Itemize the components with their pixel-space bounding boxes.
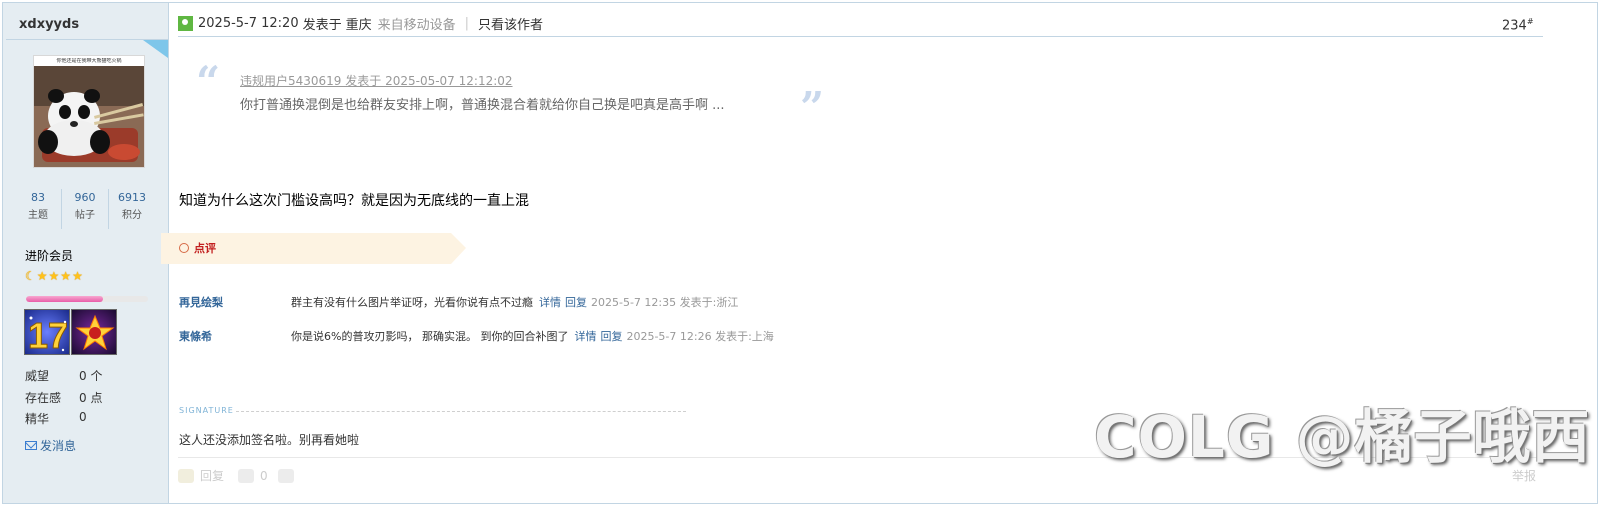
watermark: COLG @橘子哦西 — [1094, 403, 1591, 471]
only-author-link[interactable]: 只看该作者 — [478, 14, 543, 33]
quote-open-icon: “ — [196, 57, 221, 106]
stat-threads[interactable]: 83 主题 — [15, 189, 61, 229]
avatar-caption: 你他还是在我带大熊猫吃火锅 — [56, 58, 122, 64]
user-sidebar: xdxyyds 你他还是在我带大熊猫吃火锅 83 主题 960 帖子 6913 … — [3, 3, 168, 503]
medal-17-graphic: 17 — [28, 315, 69, 355]
floor-number[interactable]: 234# — [1502, 17, 1534, 33]
medal-star-icon[interactable] — [71, 309, 117, 355]
stat-label: 积分 — [122, 210, 142, 221]
thumbs-up-icon[interactable] — [238, 468, 255, 483]
stat-points[interactable]: 6913 积分 — [108, 189, 155, 229]
comment-detail-link[interactable]: 详情 — [574, 330, 596, 343]
star-icon: ★ — [60, 269, 72, 283]
stat-value[interactable]: 960 — [62, 189, 108, 207]
reply-button[interactable]: 回复 — [200, 467, 224, 484]
medal-17-icon[interactable]: 17 — [24, 309, 70, 355]
stat-posts[interactable]: 960 帖子 — [61, 189, 108, 229]
comment-time: 2025-5-7 12:35 发表于:浙江 — [591, 296, 739, 309]
comment-text: 你是说6%的普攻刃影吗， 那确实混。 到你的回合补图了 — [291, 330, 569, 343]
comment-reply-link[interactable]: 回复 — [600, 330, 622, 343]
info-key: 精华 — [25, 412, 50, 426]
envelope-icon — [25, 441, 37, 450]
level-progress-bar — [26, 296, 148, 302]
post-footer: 回复 0 — [178, 467, 294, 484]
stat-label: 主题 — [28, 210, 48, 221]
reply-bubble-icon[interactable] — [178, 468, 194, 483]
online-user-icon — [178, 16, 193, 31]
info-value: 0 — [79, 410, 87, 424]
online-corner-icon — [143, 40, 168, 58]
star-icon: ★ — [72, 269, 83, 283]
signature-text: 这人还没添加签名啦。别再看她啦 — [179, 433, 360, 447]
comment-detail-link[interactable]: 详情 — [539, 296, 561, 309]
comment-author-link[interactable]: 再見绘梨 — [179, 294, 223, 310]
post-device: 来自移动设备 — [377, 18, 456, 33]
info-prestige: 威望 0 个 — [25, 367, 102, 384]
level-progress-fill — [26, 296, 103, 302]
info-presence: 存在感 0 点 — [25, 389, 102, 406]
svg-text:17: 17 — [28, 315, 68, 355]
star-icon: ★ — [36, 269, 48, 283]
comment-time: 2025-5-7 12:26 发表于:上海 — [626, 330, 774, 343]
signature-label: SIGNATURE — [179, 406, 234, 415]
info-digest: 精华 0 — [25, 410, 87, 427]
send-message-link[interactable]: 发消息 — [25, 437, 76, 454]
rank-stars: ☾ ★ ★ ★ ★ — [25, 269, 83, 283]
comment-author-link[interactable]: 東條希 — [179, 328, 212, 344]
quote-text: 你打普通换混倒是也给群友安排上啊，普通换混合着就给你自己换是吧真是高手啊 ... — [240, 98, 725, 113]
quote-meta-link[interactable]: 违规用户5430619 发表于 2025-05-07 12:12:02 — [240, 72, 513, 89]
info-key: 存在感 — [25, 391, 62, 405]
comment-text: 群主有没有什么图片举证呀，光看你说有点不过瘾 — [291, 296, 533, 309]
comment-circle-icon — [179, 243, 189, 253]
stat-label: 帖子 — [75, 210, 95, 221]
stat-value[interactable]: 6913 — [109, 189, 155, 207]
quote-close-icon: ” — [800, 83, 825, 132]
thumbs-down-icon[interactable] — [277, 468, 294, 483]
like-count: 0 — [260, 468, 268, 483]
posted-at-label: 发表于 — [302, 18, 342, 33]
info-value: 0 点 — [79, 391, 103, 405]
star-icon: ★ — [48, 269, 60, 283]
panda-image — [34, 66, 144, 167]
stat-value[interactable]: 83 — [15, 189, 61, 207]
separator: | — [464, 16, 470, 31]
floor-suffix: # — [1526, 17, 1534, 26]
post-datetime: 2025-5-7 12:20 — [198, 16, 299, 31]
comment-reply-link[interactable]: 回复 — [565, 296, 587, 309]
comments-tab: 点评 — [161, 233, 466, 264]
comment-body: 你是说6%的普攻刃影吗， 那确实混。 到你的回合补图了 详情 回复 2025-5-7 … — [291, 328, 774, 344]
comment-body: 群主有没有什么图片举证呀，光看你说有点不过瘾 详情 回复 2025-5-7 12:35… — [291, 294, 738, 310]
info-value: 0 个 — [79, 369, 103, 383]
floor-value: 234 — [1502, 18, 1527, 34]
user-group-link[interactable]: 进阶会员 — [25, 247, 73, 264]
send-message-label: 发消息 — [40, 439, 77, 453]
signature-divider — [236, 411, 686, 412]
header-divider — [178, 36, 1543, 37]
post-location: 重庆 — [345, 18, 372, 33]
info-key: 威望 — [25, 369, 50, 383]
moon-icon: ☾ — [25, 269, 36, 283]
post-header: 2025-5-7 12:20 发表于 重庆 来自移动设备 | 只看该作者 — [178, 14, 543, 33]
post-body: 知道为什么这次门槛设高吗？就是因为无底线的一直上混 — [179, 193, 529, 209]
username-link[interactable]: xdxyyds — [19, 17, 79, 32]
user-stats: 83 主题 960 帖子 6913 积分 — [15, 189, 155, 229]
avatar[interactable]: 你他还是在我带大熊猫吃火锅 — [33, 55, 145, 168]
medal-star-graphic — [75, 314, 115, 351]
comments-title: 点评 — [194, 242, 216, 255]
